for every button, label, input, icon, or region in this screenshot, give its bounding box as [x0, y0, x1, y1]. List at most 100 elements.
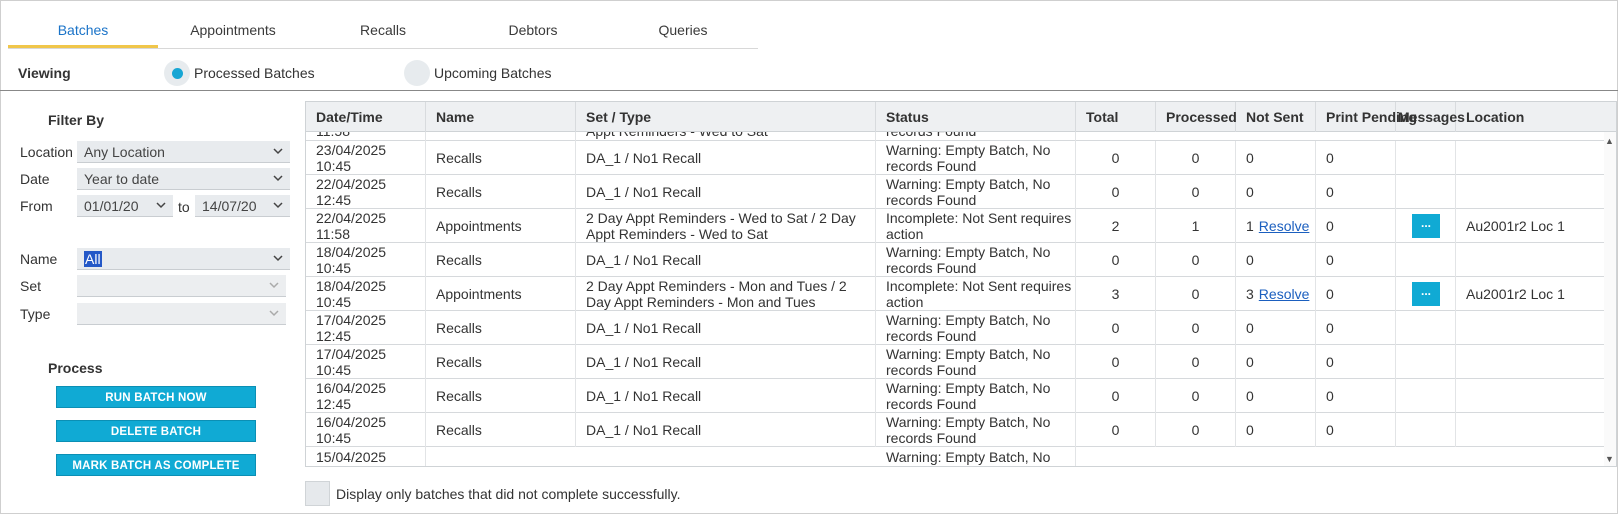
location-label: Location: [20, 144, 73, 160]
location-select[interactable]: Any Location: [77, 141, 290, 163]
cell-datetime: 15/04/2025: [306, 447, 426, 466]
cell-total-text: 0: [1111, 388, 1120, 404]
chevron-down-icon: [269, 282, 279, 289]
cell-status: Warning: Empty Batch, No records Found: [876, 413, 1076, 447]
table-row[interactable]: 16/04/2025 10:45 Recalls DA_1 / No1 Recall W…: [306, 413, 1606, 447]
checkbox-box[interactable]: [305, 481, 330, 506]
type-select[interactable]: [77, 303, 286, 325]
grid-scrollbar[interactable]: ▲ ▼: [1604, 132, 1616, 466]
column-header-status[interactable]: Status: [876, 102, 1076, 132]
to-date-select[interactable]: 14/07/20: [195, 195, 290, 217]
scroll-up-icon[interactable]: ▲: [1605, 136, 1614, 146]
radio-selected-icon: [164, 60, 190, 86]
cell-processed: 0: [1156, 311, 1236, 345]
table-row[interactable]: 22/04/2025 11:58 Appointments 2 Day Appt Re…: [306, 209, 1606, 243]
cell-name: Recalls: [426, 379, 576, 413]
cell-total-text: 0: [1111, 252, 1120, 268]
not-sent-count: 0: [1246, 354, 1254, 370]
cell-not-sent: 0: [1236, 175, 1316, 209]
cell-set-text: DA_1 / No1 Recall: [586, 422, 702, 438]
cell-time: 10:45: [316, 260, 352, 276]
not-sent-count: 0: [1246, 252, 1254, 268]
cell-set-text: DA_1 / No1 Recall: [586, 150, 702, 166]
cell-name: Recalls: [426, 345, 576, 379]
tab-appointments[interactable]: Appointments: [158, 14, 308, 48]
table-row[interactable]: 17/04/2025 10:45 Recalls DA_1 / No1 Recall W…: [306, 345, 1606, 379]
cell-date: 18/04/2025: [316, 278, 387, 294]
cell-location: [1456, 379, 1606, 413]
cell-total-text: 0: [1111, 320, 1120, 336]
table-row[interactable]: 18/04/2025 10:45 Appointments 2 Day Appt Re…: [306, 277, 1606, 311]
location-value: Any Location: [84, 144, 165, 160]
from-date-select[interactable]: 01/01/20: [77, 195, 173, 217]
column-header-location[interactable]: Location: [1456, 102, 1616, 132]
cell-processed: 0: [1156, 345, 1236, 379]
column-header-total[interactable]: Total: [1076, 102, 1156, 132]
column-header-datetime[interactable]: Date/Time: [306, 102, 426, 132]
tab-batches[interactable]: Batches: [8, 14, 158, 48]
cell-set-text: DA_1 / No1 Recall: [586, 320, 702, 336]
cell-date: 16/04/2025: [316, 414, 387, 430]
column-header-not-sent[interactable]: Not Sent: [1236, 102, 1316, 132]
cell-set: DA_1 / No1 Recall: [576, 379, 876, 413]
cell-name-text: Recalls: [436, 184, 482, 200]
failed-batches-only-checkbox[interactable]: Display only batches that did not comple…: [305, 481, 680, 506]
cell-total: 2: [1076, 209, 1156, 243]
cell-set: DA_1 / No1 Recall: [576, 243, 876, 277]
table-row-partial[interactable]: 11:58 Appt Reminders - Wed to Sat record…: [306, 132, 1606, 141]
cell-total-text: 3: [1111, 286, 1120, 302]
tab-queries[interactable]: Queries: [608, 14, 758, 48]
cell-status-text: Warning: Empty Batch, No records Found: [886, 414, 1051, 446]
table-row-partial[interactable]: 15/04/2025 Warning: Empty Batch, No: [306, 447, 1606, 466]
cell-messages: ...: [1396, 277, 1456, 311]
cell-print-pending-text: 0: [1326, 320, 1334, 336]
cell-datetime: 17/04/2025 12:45: [306, 311, 426, 345]
mark-batch-complete-button[interactable]: MARK BATCH AS COMPLETE: [56, 454, 256, 476]
cell-date: 17/04/2025: [316, 312, 387, 328]
cell-messages: [1396, 345, 1456, 379]
cell-name: Appointments: [426, 277, 576, 311]
column-header-print-pending[interactable]: Print Pending: [1316, 102, 1417, 132]
table-row[interactable]: 23/04/2025 10:45 Recalls DA_1 / No1 Recall W…: [306, 141, 1606, 175]
tab-recalls[interactable]: Recalls: [308, 14, 458, 48]
messages-button[interactable]: ...: [1412, 214, 1440, 238]
run-batch-now-button[interactable]: RUN BATCH NOW: [56, 386, 256, 408]
table-row[interactable]: 22/04/2025 12:45 Recalls DA_1 / No1 Recall W…: [306, 175, 1606, 209]
column-header-processed[interactable]: Processed: [1156, 102, 1237, 132]
cell-time: 10:45: [316, 430, 352, 446]
radio-processed-batches[interactable]: Processed Batches: [164, 60, 315, 86]
cell-total-text: 0: [1111, 150, 1120, 166]
cell-not-sent: 0: [1236, 413, 1316, 447]
table-row[interactable]: 18/04/2025 10:45 Recalls DA_1 / No1 Recall W…: [306, 243, 1606, 277]
date-select[interactable]: Year to date: [77, 168, 290, 190]
resolve-link[interactable]: Resolve: [1259, 286, 1310, 302]
chevron-down-icon: [156, 202, 166, 209]
cell-name: [426, 132, 576, 141]
scroll-down-icon[interactable]: ▼: [1605, 454, 1614, 464]
cell-name-text: Appointments: [436, 286, 522, 302]
table-row[interactable]: 16/04/2025 12:45 Recalls DA_1 / No1 Recall W…: [306, 379, 1606, 413]
set-select[interactable]: [77, 275, 286, 297]
radio-upcoming-batches[interactable]: Upcoming Batches: [404, 60, 552, 86]
tab-debtors[interactable]: Debtors: [458, 14, 608, 48]
resolve-link[interactable]: Resolve: [1259, 218, 1310, 234]
table-row[interactable]: 17/04/2025 12:45 Recalls DA_1 / No1 Recall W…: [306, 311, 1606, 345]
cell-print-pending: 0: [1316, 141, 1396, 175]
column-header-set-type[interactable]: Set / Type: [576, 102, 876, 132]
cell-total: 0: [1076, 311, 1156, 345]
delete-batch-button[interactable]: DELETE BATCH: [56, 420, 256, 442]
cell-location: [1456, 413, 1606, 447]
not-sent-count: 0: [1246, 388, 1254, 404]
cell-status-text: Warning: Empty Batch, No records Found: [886, 142, 1051, 174]
cell-messages: [1396, 175, 1456, 209]
cell-total: 0: [1076, 243, 1156, 277]
cell-total-text: 0: [1111, 354, 1120, 370]
column-header-messages[interactable]: Messages: [1396, 102, 1465, 132]
cell-date: 22/04/2025: [316, 210, 387, 226]
cell-print-pending-text: 0: [1326, 218, 1334, 234]
name-select[interactable]: All: [77, 248, 290, 270]
cell-status-text: Warning: Empty Batch, No records Found: [886, 244, 1051, 276]
messages-button[interactable]: ...: [1412, 282, 1440, 306]
cell-total: 0: [1076, 345, 1156, 379]
column-header-name[interactable]: Name: [426, 102, 576, 132]
